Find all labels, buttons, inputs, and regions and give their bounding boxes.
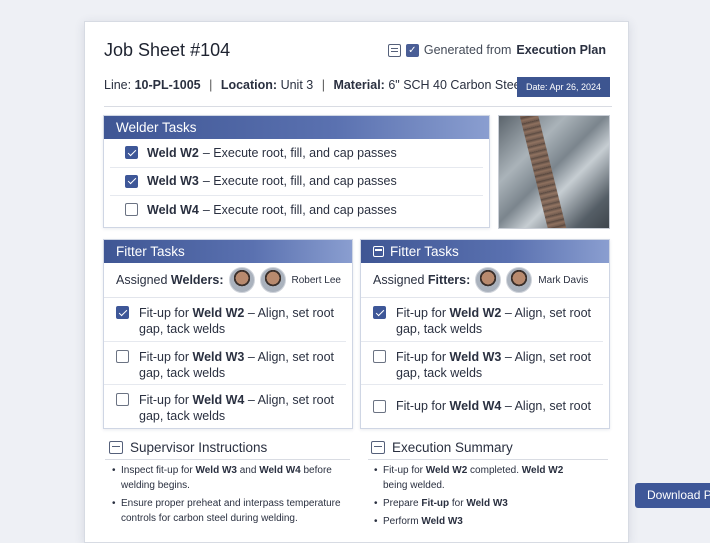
task-checkbox[interactable] <box>125 203 138 217</box>
fitter-task-list: Fit-up for Weld W2 – Align, set root gap… <box>361 298 609 428</box>
fitter-tasks-title: Fitter Tasks <box>104 240 352 263</box>
check-badge-icon: ✓ <box>405 43 419 57</box>
task-checkbox[interactable] <box>373 399 386 413</box>
job-info: Line: 10-PL-1005 | Location: Unit 3 | Ma… <box>104 78 524 92</box>
generated-from: ✓ Generated from Execution Plan <box>387 43 606 57</box>
generated-prefix: Generated from <box>423 43 512 57</box>
welder-task-list: Weld W2– Execute root, fill, and cap pas… <box>104 139 489 224</box>
assigned-fitters: Assigned Fitters: Mark Davis <box>361 263 609 298</box>
bullet-item: Perform Weld W3 <box>371 514 586 529</box>
assignee-name: Mark Davis <box>538 274 589 286</box>
assigned-label: Assigned Welders: <box>116 273 224 287</box>
assigned-welders: Assigned Welders: Robert Lee <box>104 263 352 298</box>
fitter-tasks-panel-right: Fitter Tasks Assigned Fitters: Mark Davi… <box>360 239 610 429</box>
divider <box>105 459 350 460</box>
fitter-task-row: Fit-up for Weld W2 – Align, set root gap… <box>361 298 603 342</box>
download-button[interactable]: Download P <box>635 483 710 508</box>
task-checkbox[interactable] <box>125 174 138 188</box>
bullet-item: Prepare Fit-up for Weld W3 <box>371 496 586 511</box>
task-checkbox[interactable] <box>373 306 386 319</box>
clipboard-icon <box>109 441 123 454</box>
welder-task-row: Weld W3– Execute root, fill, and cap pas… <box>110 168 483 196</box>
welder-tasks-title: Welder Tasks <box>104 116 489 139</box>
task-text: Fit-up for Weld W3 – Align, set root gap… <box>396 349 592 380</box>
assigned-label: Assigned Fitters: <box>373 273 471 287</box>
assignee-name: Robert Lee <box>291 274 341 286</box>
task-desc: – Execute root, fill, and cap passes <box>202 174 397 189</box>
weld-id: Weld W4 <box>147 202 199 217</box>
task-checkbox[interactable] <box>373 349 386 363</box>
material-label: Material: <box>333 78 385 92</box>
task-checkbox[interactable] <box>116 393 129 406</box>
weld-photo <box>498 115 610 229</box>
welder-task-row: Weld W4– Execute root, fill, and cap pas… <box>110 196 483 224</box>
page-title: Job Sheet #104 <box>104 40 231 60</box>
supervisor-title: Supervisor Instructions <box>109 440 267 455</box>
supervisor-instructions: Inspect fit-up for Weld W3 and Weld W4 b… <box>109 463 354 529</box>
checklist-icon <box>371 441 385 454</box>
task-desc: – Execute root, fill, and cap passes <box>202 145 397 160</box>
task-desc: – Execute root, fill, and cap passes <box>202 202 397 217</box>
fitter-task-row: Fit-up for Weld W3 – Align, set root gap… <box>361 342 603 385</box>
job-sheet: Job Sheet #104 ✓ Generated from Executio… <box>84 21 629 543</box>
location-value: Unit 3 <box>280 78 314 92</box>
line-value: 10-PL-1005 <box>134 78 201 92</box>
summary-title: Execution Summary <box>371 440 513 455</box>
fitter-task-row: Fit-up for Weld W3 – Align, set root gap… <box>104 342 346 385</box>
location-label: Location: <box>220 78 278 92</box>
task-text: Fit-up for Weld W4 – Align, set root <box>396 399 592 414</box>
divider <box>104 106 612 107</box>
material-value: 6" SCH 40 Carbon Steel <box>388 78 524 92</box>
divider <box>368 459 608 460</box>
fitter-task-row: Fit-up for Weld W4 – Align, set root gap… <box>104 385 346 428</box>
avatar[interactable] <box>475 267 502 293</box>
task-text: Fit-up for Weld W3 – Align, set root gap… <box>139 349 335 380</box>
fitter-tasks-title: Fitter Tasks <box>361 240 609 263</box>
task-text: Fit-up for Weld W2 – Align, set root gap… <box>139 306 335 336</box>
fitter-task-list: Fit-up for Weld W2 – Align, set root gap… <box>104 298 352 428</box>
avatar[interactable] <box>228 267 255 293</box>
task-checkbox[interactable] <box>116 349 129 363</box>
task-text: Fit-up for Weld W4 – Align, set root gap… <box>139 393 335 423</box>
task-checkbox[interactable] <box>116 306 129 319</box>
id-card-icon <box>373 246 384 257</box>
line-label: Line: <box>104 78 132 92</box>
weld-id: Weld W3 <box>147 174 199 189</box>
generated-source[interactable]: Execution Plan <box>516 43 606 57</box>
bullet-item: Fit-up for Weld W2 completed. Weld W2 be… <box>371 463 586 493</box>
weld-id: Weld W2 <box>147 145 199 160</box>
task-checkbox[interactable] <box>125 146 138 160</box>
fitter-task-row: Fit-up for Weld W2 – Align, set root gap… <box>104 298 346 342</box>
welder-task-row: Weld W2– Execute root, fill, and cap pas… <box>110 139 483 168</box>
execution-summary: Fit-up for Weld W2 completed. Weld W2 be… <box>371 463 586 532</box>
document-icon <box>387 43 401 57</box>
bullet-item: Ensure proper preheat and interpass temp… <box>109 496 354 526</box>
bullet-item: Inspect fit-up for Weld W3 and Weld W4 b… <box>109 463 354 493</box>
avatar[interactable] <box>506 267 533 293</box>
task-text: Fit-up for Weld W2 – Align, set root gap… <box>396 306 592 336</box>
fitter-task-row: Fit-up for Weld W4 – Align, set root <box>361 385 603 428</box>
avatar[interactable] <box>259 267 286 293</box>
date-badge: Date: Apr 26, 2024 <box>517 77 610 97</box>
fitter-tasks-panel-left: Fitter Tasks Assigned Welders: Robert Le… <box>103 239 353 429</box>
welder-tasks-panel: Welder Tasks Weld W2– Execute root, fill… <box>103 115 490 228</box>
